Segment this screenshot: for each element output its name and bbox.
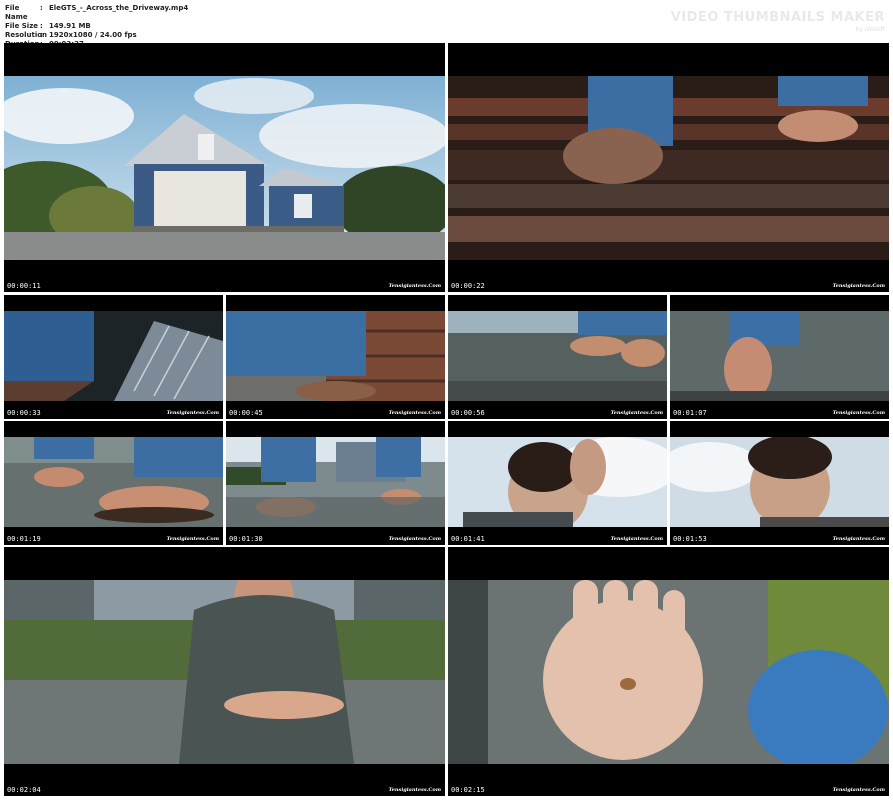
resolution-value: 1920x1080 / 24.00 fps [49, 31, 137, 39]
brand-subtitle: by iWisoft [855, 26, 885, 33]
timestamp: 00:00:45 [229, 409, 263, 417]
video-thumbnail[interactable]: 00:01:53 Tensigiantess.Com [670, 421, 889, 545]
watermark: Tensigiantess.Com [832, 787, 885, 793]
watermark: Tensigiantess.Com [388, 283, 441, 289]
thumbnail-frame [448, 76, 889, 260]
video-thumbnail[interactable]: 00:02:15 Tensigiantess.Com [448, 547, 889, 796]
timestamp: 00:00:22 [451, 282, 485, 290]
separator: : [40, 22, 43, 30]
file-size-label: File Size [5, 22, 39, 30]
timestamp: 00:01:30 [229, 535, 263, 543]
watermark: Tensigiantess.Com [388, 787, 441, 793]
file-name-value: EleGTS_-_Across_the_Driveway.mp4 [49, 4, 189, 12]
thumbnail-frame [4, 437, 223, 527]
thumbnail-frame [226, 311, 445, 401]
timestamp: 00:01:41 [451, 535, 485, 543]
watermark: Tensigiantess.Com [610, 410, 663, 416]
watermark: Tensigiantess.Com [832, 410, 885, 416]
thumbnail-frame [4, 311, 223, 401]
thumbnail-frame [4, 76, 445, 260]
timestamp: 00:00:56 [451, 409, 485, 417]
video-thumbnail[interactable]: 00:01:41 Tensigiantess.Com [448, 421, 667, 545]
watermark: Tensigiantess.Com [166, 536, 219, 542]
separator: : [40, 31, 43, 39]
watermark: Tensigiantess.Com [832, 283, 885, 289]
thumbnail-frame [670, 311, 889, 401]
timestamp: 00:02:04 [7, 786, 41, 794]
thumbnail-frame [670, 437, 889, 527]
thumbnail-frame [448, 437, 667, 527]
watermark: Tensigiantess.Com [388, 410, 441, 416]
video-thumbnail[interactable]: 00:00:33 Tensigiantess.Com [4, 295, 223, 419]
thumbnail-frame [226, 437, 445, 527]
timestamp: 00:01:19 [7, 535, 41, 543]
timestamp: 00:01:07 [673, 409, 707, 417]
watermark: Tensigiantess.Com [388, 536, 441, 542]
video-thumbnail[interactable]: 00:00:45 Tensigiantess.Com [226, 295, 445, 419]
video-thumbnail[interactable]: 00:00:11 Tensigiantess.Com [4, 43, 445, 292]
brand-logo: VIDEO THUMBNAILS MAKER by iWisoft [671, 10, 885, 33]
timestamp: 00:00:33 [7, 409, 41, 417]
video-thumbnail[interactable]: 00:01:19 Tensigiantess.Com [4, 421, 223, 545]
file-size-row: File Size : 149.91 MB [5, 22, 188, 31]
video-thumbnail[interactable]: 00:02:04 Tensigiantess.Com [4, 547, 445, 796]
watermark: Tensigiantess.Com [166, 410, 219, 416]
video-thumbnail[interactable]: 00:00:22 Tensigiantess.Com [448, 43, 889, 292]
brand-title: VIDEO THUMBNAILS MAKER [670, 10, 885, 25]
video-thumbnail[interactable]: 00:00:56 Tensigiantess.Com [448, 295, 667, 419]
file-name-label: File Name [5, 4, 28, 21]
timestamp: 00:00:11 [7, 282, 41, 290]
thumbnail-frame [4, 580, 445, 764]
file-size-value: 149.91 MB [49, 22, 91, 30]
video-thumbnail[interactable]: 00:01:07 Tensigiantess.Com [670, 295, 889, 419]
file-name-row: File Name : EleGTS_-_Across_the_Driveway… [5, 4, 188, 22]
watermark: Tensigiantess.Com [610, 536, 663, 542]
timestamp: 00:02:15 [451, 786, 485, 794]
watermark: Tensigiantess.Com [832, 536, 885, 542]
timestamp: 00:01:53 [673, 535, 707, 543]
thumbnail-frame [448, 580, 889, 764]
video-thumbnail[interactable]: 00:01:30 Tensigiantess.Com [226, 421, 445, 545]
thumbnail-frame [448, 311, 667, 401]
separator: : [40, 4, 43, 12]
resolution-label: Resolution [5, 31, 48, 39]
resolution-row: Resolution : 1920x1080 / 24.00 fps [5, 31, 188, 40]
